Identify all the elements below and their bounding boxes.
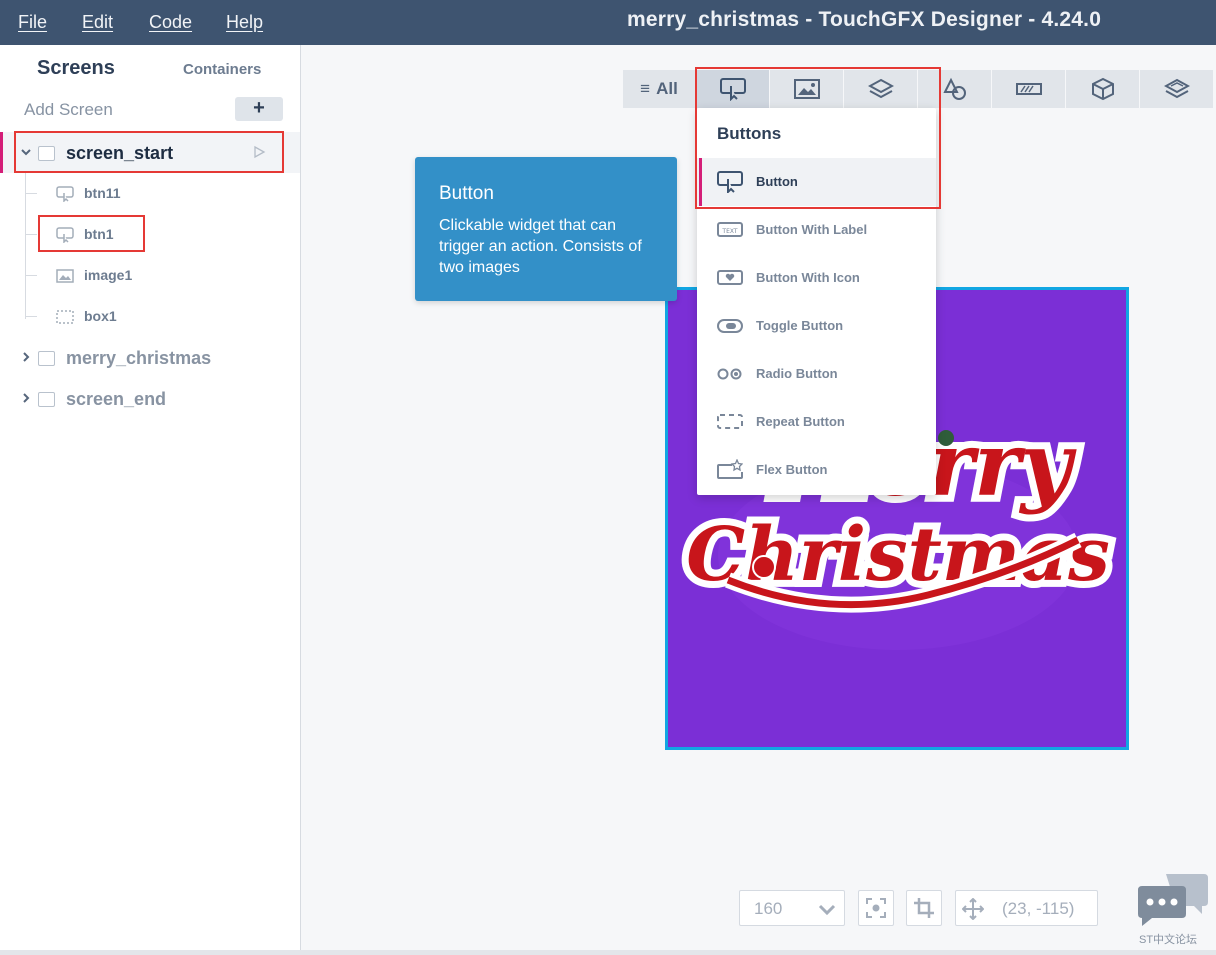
dropdown-item-toggle-button[interactable]: Toggle Button — [697, 302, 936, 350]
highlight-box — [14, 131, 284, 173]
menu-file[interactable]: File — [18, 0, 47, 45]
tooltip-title: Button — [439, 183, 494, 204]
dropdown-item-repeat-button[interactable]: Repeat Button — [697, 398, 936, 446]
tooltip-description: Clickable widget that can trigger an act… — [439, 217, 642, 276]
widget-item-image1[interactable]: image1 — [84, 267, 132, 283]
move-icon — [962, 898, 984, 920]
fit-screen-button[interactable] — [858, 890, 894, 926]
watermark-caption: ST中文论坛 — [1139, 934, 1198, 946]
button-icon — [56, 186, 74, 203]
tree-branch — [25, 316, 37, 317]
focus-icon — [866, 898, 886, 918]
dropdown-item-flex-button[interactable]: Flex Button — [697, 446, 936, 494]
window-title: merry_christmas - TouchGFX Designer - 4.… — [627, 8, 1102, 31]
title-bar: File Edit Code Help merry_christmas - To… — [0, 0, 1216, 45]
screen-item-merry-christmas[interactable]: merry_christmas — [66, 348, 211, 369]
widget-item-box1[interactable]: box1 — [84, 308, 117, 324]
screen-checkbox[interactable] — [38, 351, 55, 366]
widget-item-btn11[interactable]: btn11 — [84, 185, 121, 201]
crop-icon — [914, 898, 934, 918]
crop-button[interactable] — [906, 890, 942, 926]
dropdown-item-button-with-label[interactable]: TEXT Button With Label — [697, 206, 936, 254]
containers-icon[interactable] — [1140, 70, 1214, 108]
dropdown-item-radio-button[interactable]: Radio Button — [697, 350, 936, 398]
tree-line — [25, 173, 26, 319]
highlight-box — [38, 215, 145, 252]
chevron-right-icon[interactable] — [20, 350, 32, 366]
heart-button-icon — [717, 267, 743, 289]
tab-screens[interactable]: Screens — [37, 57, 115, 80]
screen-checkbox[interactable] — [38, 392, 55, 407]
screens-panel: Screens Containers Add Screen + screen_s… — [0, 45, 301, 950]
screen-item-screen-end[interactable]: screen_end — [66, 389, 166, 410]
zoom-select[interactable]: 160 — [739, 890, 845, 926]
chat-icon[interactable] — [1136, 872, 1210, 928]
tree-branch — [25, 193, 37, 194]
box-icon — [56, 309, 74, 325]
image-icon — [56, 268, 74, 284]
add-screen-button[interactable]: + — [235, 97, 283, 121]
highlight-box — [695, 67, 941, 209]
tab-containers[interactable]: Containers — [183, 61, 261, 78]
svg-text:TEXT: TEXT — [721, 228, 737, 235]
chevron-right-icon[interactable] — [20, 391, 32, 407]
tree-branch — [25, 234, 37, 235]
widget-tooltip: Button Clickable widget that can trigger… — [415, 157, 677, 301]
text-button-icon: TEXT — [717, 219, 743, 241]
progress-icon[interactable] — [992, 70, 1066, 108]
menu-help[interactable]: Help — [226, 0, 263, 45]
repeat-button-icon — [717, 411, 743, 433]
coordinates-display: (23, -115) — [955, 890, 1098, 926]
radio-icon — [717, 363, 743, 385]
add-screen-label: Add Screen — [24, 100, 113, 119]
coordinates-text: (23, -115) — [1002, 899, 1075, 918]
tree-branch — [25, 275, 37, 276]
dropdown-item-button-with-icon[interactable]: Button With Icon — [697, 254, 936, 302]
menu-edit[interactable]: Edit — [82, 0, 113, 45]
toggle-icon — [717, 315, 743, 337]
3d-cube-icon[interactable] — [1066, 70, 1140, 108]
chevron-down-icon — [818, 901, 836, 921]
tab-all[interactable]: ≡ All — [623, 70, 696, 108]
status-strip — [0, 950, 1216, 955]
menu-code[interactable]: Code — [149, 0, 192, 45]
flex-button-icon — [717, 458, 744, 481]
selection-indicator — [0, 132, 3, 173]
